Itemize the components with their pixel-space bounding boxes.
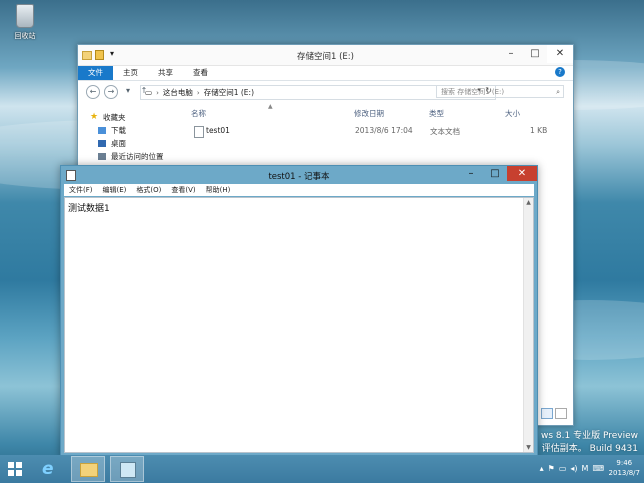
notepad-icon xyxy=(120,462,136,478)
taskbar: e ▴ ⚑ ▭ ◂) M ⌨ 9:46 2013/8/7 xyxy=(0,455,644,483)
explorer-titlebar[interactable]: ▾ 存储空间1 (E:) – □ ✕ xyxy=(78,45,573,66)
recent-icon xyxy=(98,152,106,160)
action-center-icon[interactable]: ⚑ xyxy=(548,464,555,473)
breadcrumb-item[interactable]: 存储空间1 (E:) xyxy=(200,87,258,98)
column-name[interactable]: 名称 xyxy=(191,108,206,119)
menu-help[interactable]: 帮助(H) xyxy=(201,185,236,195)
menu-view[interactable]: 查看(V) xyxy=(166,185,200,195)
tab-file[interactable]: 文件 xyxy=(78,66,113,80)
watermark-line-2: 评估副本。 Build 9431 xyxy=(541,444,638,454)
column-type[interactable]: 类型 xyxy=(429,108,444,119)
minimize-button[interactable]: – xyxy=(459,166,483,181)
editor-content[interactable]: 测试数据1 xyxy=(68,201,110,214)
star-icon: ★ xyxy=(90,111,99,122)
file-name: test01 xyxy=(206,126,230,135)
back-icon[interactable]: ← xyxy=(86,85,100,99)
taskbar-internet-explorer[interactable]: e xyxy=(36,456,66,482)
column-size[interactable]: 大小 xyxy=(505,108,520,119)
text-editor[interactable]: 测试数据1 ▲ ▼ xyxy=(64,197,534,453)
internet-explorer-icon: e xyxy=(42,459,54,479)
recent-dropdown-icon[interactable]: ▾ xyxy=(122,85,134,97)
maximize-button[interactable]: □ xyxy=(523,45,547,63)
scroll-up-icon[interactable]: ▲ xyxy=(524,198,533,207)
desktop-background: 回收站 ▾ 存储空间1 (E:) – □ ✕ 文件 主页 共享 查看 ? ← →… xyxy=(0,0,644,483)
tab-home[interactable]: 主页 xyxy=(113,66,148,80)
system-tray: ▴ ⚑ ▭ ◂) M ⌨ xyxy=(540,464,604,473)
scroll-down-icon[interactable]: ▼ xyxy=(524,443,533,452)
nav-item-label: 最近访问的位置 xyxy=(111,151,164,161)
details-view-icon[interactable] xyxy=(541,408,553,419)
recycle-bin-label: 回收站 xyxy=(14,32,36,40)
maximize-button[interactable]: □ xyxy=(483,166,507,181)
file-type: 文本文档 xyxy=(430,127,460,136)
clock[interactable]: 9:46 2013/8/7 xyxy=(609,458,640,478)
large-icons-view-icon[interactable] xyxy=(555,408,567,419)
nav-item-desktop[interactable]: 桌面 xyxy=(90,137,180,149)
column-headers: 名称 修改日期 类型 大小 xyxy=(191,108,561,120)
folder-icon xyxy=(80,463,98,477)
nav-item-downloads[interactable]: 下载 xyxy=(90,124,180,136)
navigation-pane: ★ 收藏夹 下载 桌面 最近访问的位置 xyxy=(90,111,180,163)
keyboard-icon[interactable]: ⌨ xyxy=(592,464,604,473)
volume-icon[interactable]: ◂) xyxy=(570,464,577,473)
menu-bar: 文件(F) 编辑(E) 格式(O) 查看(V) 帮助(H) xyxy=(64,184,534,196)
nav-item-label: 收藏夹 xyxy=(103,112,126,122)
address-row: ← → ▾ ↑ ▭ › 这台电脑 › 存储空间1 (E:) ▾ ↻ 搜索 存储空… xyxy=(78,81,573,103)
taskbar-notepad[interactable] xyxy=(110,456,144,482)
window-controls: – □ ✕ xyxy=(459,166,537,181)
ime-icon[interactable]: M xyxy=(582,464,589,473)
taskbar-file-explorer[interactable] xyxy=(71,456,105,482)
view-buttons xyxy=(541,408,567,419)
text-file-icon xyxy=(194,126,204,138)
search-input[interactable]: 搜索 存储空间1 (E:) ⌕ xyxy=(436,85,564,98)
nav-item-label: 桌面 xyxy=(111,138,126,148)
close-button[interactable]: ✕ xyxy=(507,166,537,181)
show-hidden-icons-icon[interactable]: ▴ xyxy=(540,464,544,473)
menu-format[interactable]: 格式(O) xyxy=(131,185,166,195)
search-placeholder: 搜索 存储空间1 (E:) xyxy=(441,88,505,96)
file-size: 1 KB xyxy=(530,126,548,135)
tab-share[interactable]: 共享 xyxy=(148,66,183,80)
notepad-window[interactable]: test01 - 记事本 – □ ✕ 文件(F) 编辑(E) 格式(O) 查看(… xyxy=(60,165,538,457)
desktop-icon xyxy=(98,139,106,147)
clock-time: 9:46 xyxy=(616,459,633,467)
nav-item-recent[interactable]: 最近访问的位置 xyxy=(90,150,180,162)
vertical-scrollbar[interactable]: ▲ ▼ xyxy=(523,198,533,452)
window-controls: – □ ✕ xyxy=(499,45,573,63)
help-icon[interactable]: ? xyxy=(555,67,565,77)
notepad-titlebar[interactable]: test01 - 记事本 – □ ✕ xyxy=(61,166,537,184)
forward-icon[interactable]: → xyxy=(104,85,118,99)
recycle-bin[interactable]: 回收站 xyxy=(8,4,42,41)
minimize-button[interactable]: – xyxy=(499,45,523,63)
pc-icon: ▭ xyxy=(145,88,153,97)
search-icon[interactable]: ⌕ xyxy=(556,86,560,99)
clock-date: 2013/8/7 xyxy=(608,469,640,477)
ribbon-tabs: 文件 主页 共享 查看 ? xyxy=(78,66,573,81)
menu-edit[interactable]: 编辑(E) xyxy=(98,185,132,195)
nav-item-label: 下载 xyxy=(111,125,126,135)
breadcrumb-item[interactable]: 这台电脑 xyxy=(159,87,197,98)
column-date[interactable]: 修改日期 xyxy=(354,108,384,119)
file-date: 2013/8/6 17:04 xyxy=(355,126,413,135)
tab-view[interactable]: 查看 xyxy=(183,66,218,80)
file-row[interactable]: test01 2013/8/6 17:04 文本文档 1 KB xyxy=(188,124,550,138)
menu-file[interactable]: 文件(F) xyxy=(64,185,98,195)
start-button[interactable] xyxy=(8,462,22,476)
download-icon xyxy=(98,126,106,134)
recycle-bin-icon xyxy=(16,4,34,28)
watermark-line-1: ws 8.1 专业版 Preview xyxy=(541,431,638,441)
network-icon[interactable]: ▭ xyxy=(559,464,567,473)
nav-item-favorites[interactable]: ★ 收藏夹 xyxy=(90,111,180,123)
close-button[interactable]: ✕ xyxy=(547,45,573,63)
